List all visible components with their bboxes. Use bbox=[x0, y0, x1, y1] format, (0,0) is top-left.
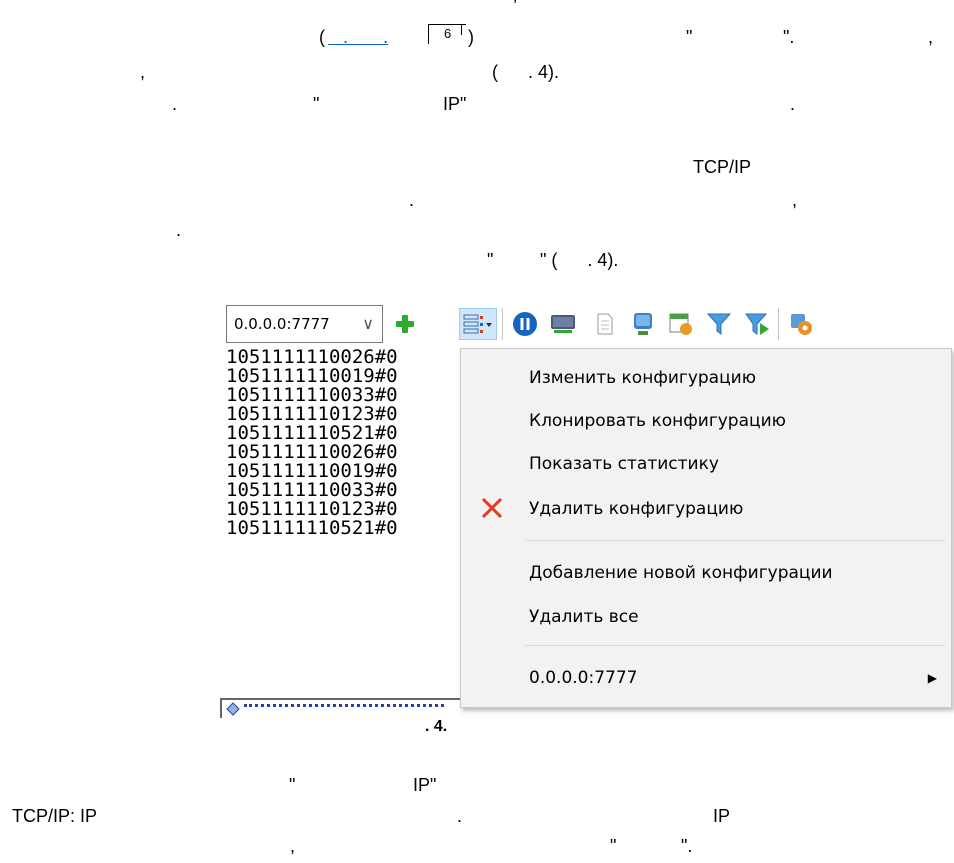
menu-item-add-new-config[interactable]: Добавление новой конфигурации bbox=[529, 558, 833, 588]
period: . bbox=[457, 806, 463, 826]
submenu-arrow-icon: ▶ bbox=[927, 671, 937, 685]
add-button[interactable] bbox=[390, 308, 420, 340]
toolbar-separator bbox=[502, 308, 503, 340]
figure-caption: . 4. bbox=[425, 718, 448, 735]
document-button[interactable] bbox=[590, 308, 620, 340]
menu-separator bbox=[525, 645, 945, 646]
toolbar-separator bbox=[778, 308, 779, 340]
monitor-icon bbox=[634, 313, 652, 335]
menu-item-show-stats[interactable]: Показать статистику bbox=[529, 449, 719, 479]
log-output: 1051111110026#0 1051111110019#0 10511111… bbox=[226, 348, 466, 688]
monitor-button[interactable] bbox=[628, 308, 658, 340]
figure-ref: ( . 4). bbox=[492, 62, 560, 82]
comma: , bbox=[928, 27, 934, 47]
tcpip-ip-text: TCP/IP: IP bbox=[12, 806, 98, 826]
period: . bbox=[172, 94, 178, 114]
comma: , bbox=[290, 836, 296, 856]
schedule-button[interactable] bbox=[666, 308, 696, 340]
log-line: 1051111110521#0 bbox=[226, 517, 398, 539]
filter-apply-button[interactable] bbox=[742, 308, 772, 340]
schedule-icon bbox=[669, 313, 692, 335]
comma: , bbox=[792, 190, 798, 210]
filter-icon bbox=[706, 313, 732, 335]
page-ref-box[interactable]: 6 bbox=[428, 24, 466, 44]
paren-close: ) bbox=[468, 27, 474, 47]
config-menu-button[interactable] bbox=[459, 308, 497, 340]
ip-text: IP" bbox=[413, 775, 437, 795]
context-menu: Изменить конфигурацию Клонировать конфиг… bbox=[460, 348, 952, 708]
pause-icon bbox=[513, 312, 537, 336]
chevron-down-icon[interactable]: ∨ bbox=[362, 306, 374, 342]
menu-item-edit-config[interactable]: Изменить конфигурацию bbox=[529, 363, 756, 393]
settings-button[interactable] bbox=[786, 308, 816, 340]
page-ref-number: 6 bbox=[444, 26, 452, 41]
menu-separator bbox=[525, 540, 945, 541]
status-bar bbox=[220, 698, 462, 718]
delete-icon bbox=[481, 497, 503, 519]
menu-item-delete-all[interactable]: Удалить все bbox=[529, 602, 639, 632]
address-combobox[interactable]: 0.0.0.0:7777 ∨ bbox=[226, 305, 383, 343]
ip-text: IP bbox=[713, 806, 731, 826]
ip-text: IP" bbox=[443, 94, 467, 114]
filter-apply-icon bbox=[745, 313, 769, 335]
address-value: 0.0.0.0:7777 bbox=[234, 315, 330, 333]
period: . bbox=[790, 94, 796, 114]
quote-close: ". bbox=[783, 27, 795, 47]
app-screenshot: 0.0.0.0:7777 ∨ 1051111110026#0 105111111… bbox=[218, 300, 954, 718]
settings-icon bbox=[791, 314, 812, 335]
quote-open: " bbox=[289, 775, 296, 795]
quote-open: " bbox=[313, 94, 320, 114]
menu-item-clone-config[interactable]: Клонировать конфигурацию bbox=[529, 406, 786, 436]
period: . bbox=[176, 220, 182, 240]
device-icon bbox=[551, 315, 575, 333]
quote-open: " bbox=[487, 250, 494, 270]
device-button[interactable] bbox=[548, 308, 578, 340]
quote-close: ". bbox=[681, 836, 693, 856]
filter-button[interactable] bbox=[704, 308, 734, 340]
add-icon bbox=[396, 315, 414, 333]
status-icon bbox=[226, 702, 240, 716]
pause-button[interactable] bbox=[510, 308, 540, 340]
help-link[interactable]: . . bbox=[328, 27, 388, 47]
period: . bbox=[409, 190, 415, 210]
status-text-truncated bbox=[244, 704, 444, 710]
paren-open: ( bbox=[319, 27, 325, 47]
menu-item-submenu-address[interactable]: 0.0.0.0:7777 bbox=[529, 663, 637, 693]
figure-ref: " ( . 4). bbox=[540, 250, 619, 270]
comma: , bbox=[140, 62, 146, 82]
menu-item-delete-config[interactable]: Удалить конфигурацию bbox=[529, 494, 743, 524]
tcpip-text: TCP/IP bbox=[693, 157, 752, 177]
quote-open: " bbox=[610, 836, 617, 856]
apostrophe: ’ bbox=[513, 0, 517, 16]
document-icon bbox=[597, 313, 613, 335]
quote-open: " bbox=[686, 27, 693, 47]
config-menu-icon bbox=[463, 314, 492, 334]
